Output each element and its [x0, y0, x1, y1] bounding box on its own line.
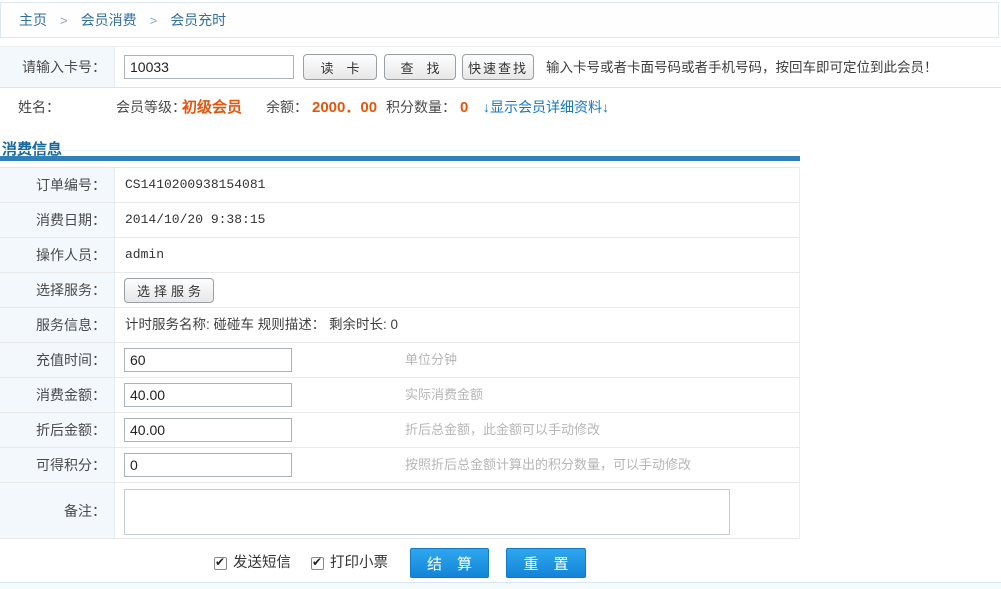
consumption-form: 订单编号： CS1410200938154081 消费日期： 2014/10/2… — [0, 167, 800, 539]
select-service-row: 选择服务： 选择服务 — [0, 273, 799, 308]
quick-search-button[interactable]: 快速查找 — [462, 54, 534, 80]
discount-amount-row: 折后金额： 折后总金额，此金额可以手动修改 — [0, 413, 799, 448]
discount-amount-hint: 折后总金额，此金额可以手动修改 — [405, 413, 600, 447]
order-number-row: 订单编号： CS1410200938154081 — [0, 168, 799, 203]
print-receipt-checkbox[interactable] — [311, 557, 324, 570]
breadcrumb-member-consume[interactable]: 会员消费 — [81, 10, 137, 30]
footer-actions: 发送短信 打印小票 结 算 重 置 — [0, 544, 1001, 582]
remark-row: 备注： — [0, 483, 799, 539]
show-member-detail-link[interactable]: ↓显示会员详细资料↓ — [483, 88, 609, 127]
level-value: 初级会员 — [182, 88, 242, 127]
points-earned-hint: 按照折后总金额计算出的积分数量，可以手动修改 — [405, 448, 691, 482]
recharge-time-input[interactable] — [124, 348, 292, 372]
order-number-value: CS1410200938154081 — [125, 168, 265, 202]
section-accent-bar — [0, 156, 800, 161]
consume-amount-row: 消费金额： 实际消费金额 — [0, 378, 799, 413]
settle-button[interactable]: 结 算 — [410, 548, 489, 578]
breadcrumb-home[interactable]: 主页 — [19, 10, 47, 30]
discount-amount-label: 折后金额： — [0, 413, 115, 447]
remark-textarea[interactable] — [124, 489, 730, 535]
recharge-time-row: 充值时间： 单位分钟 — [0, 343, 799, 378]
reset-button[interactable]: 重 置 — [506, 548, 586, 578]
discount-amount-input[interactable] — [124, 418, 292, 442]
name-label: 姓名： — [18, 88, 60, 127]
points-value: 0 — [460, 88, 468, 127]
consume-date-label: 消费日期： — [0, 203, 115, 237]
service-info-value: 计时服务名称: 碰碰车 规则描述： 剩余时长: 0 — [125, 308, 398, 342]
service-info-label: 服务信息： — [0, 308, 115, 342]
breadcrumb-member-recharge[interactable]: 会员充时 — [170, 10, 226, 30]
operator-label: 操作人员： — [0, 238, 115, 272]
consume-date-row: 消费日期： 2014/10/20 9:38:15 — [0, 203, 799, 238]
points-earned-row: 可得积分： 按照折后总金额计算出的积分数量，可以手动修改 — [0, 448, 799, 483]
balance-label: 余额： — [266, 88, 308, 127]
send-sms-label: 发送短信 — [233, 544, 291, 582]
print-receipt-label: 打印小票 — [330, 544, 388, 582]
card-number-label: 请输入卡号： — [0, 47, 115, 87]
consume-amount-hint: 实际消费金额 — [405, 378, 483, 412]
recharge-time-label: 充值时间： — [0, 343, 115, 377]
level-label: 会员等级： — [116, 88, 186, 127]
operator-row: 操作人员： admin — [0, 238, 799, 273]
card-search-hint: 输入卡号或者卡面号码或者手机号码，按回车即可定位到此会员！ — [546, 47, 938, 89]
breadcrumb-separator: > — [60, 13, 68, 28]
recharge-time-hint: 单位分钟 — [405, 343, 457, 377]
card-number-input[interactable] — [124, 55, 294, 79]
operator-value: admin — [125, 238, 164, 272]
breadcrumb-separator: > — [150, 13, 158, 28]
consume-date-value: 2014/10/20 9:38:15 — [125, 203, 265, 237]
consume-amount-label: 消费金额： — [0, 378, 115, 412]
send-sms-checkbox[interactable] — [214, 557, 227, 570]
remark-label: 备注： — [0, 483, 115, 538]
points-earned-label: 可得积分： — [0, 448, 115, 482]
balance-value: 2000．00 — [312, 88, 377, 127]
member-info-row: 姓名： 会员等级： 初级会员 余额： 2000．00 积分数量： 0 ↓显示会员… — [0, 88, 1001, 127]
points-label: 积分数量： — [386, 88, 456, 127]
consume-amount-input[interactable] — [124, 383, 292, 407]
find-button[interactable]: 查 找 — [384, 54, 456, 80]
card-search-row: 请输入卡号： 读 卡 查 找 快速查找 输入卡号或者卡面号码或者手机号码，按回车… — [0, 46, 1001, 88]
breadcrumb: 主页 > 会员消费 > 会员充时 — [0, 2, 999, 38]
order-number-label: 订单编号： — [0, 168, 115, 202]
points-earned-input[interactable] — [124, 453, 292, 477]
read-card-button[interactable]: 读 卡 — [303, 54, 377, 80]
select-service-button[interactable]: 选择服务 — [124, 278, 214, 303]
section-divider-line — [0, 150, 800, 151]
select-service-label: 选择服务： — [0, 273, 115, 307]
service-info-row: 服务信息： 计时服务名称: 碰碰车 规则描述： 剩余时长: 0 — [0, 308, 799, 343]
